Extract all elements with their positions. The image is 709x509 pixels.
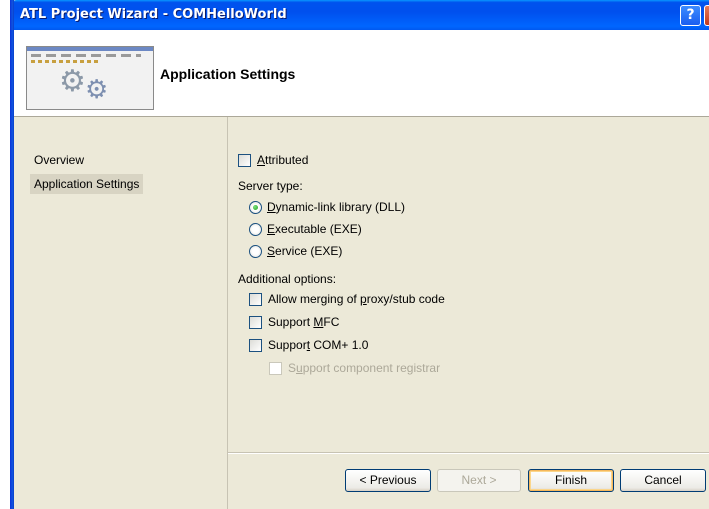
next-button: Next > [437, 469, 521, 492]
radio-service-button[interactable] [249, 244, 262, 258]
title-bar[interactable]: ATL Project Wizard - COMHelloWorld ? ✕ [10, 0, 709, 30]
radio-service[interactable]: Service (EXE) [249, 242, 342, 260]
nav-item-overview[interactable]: Overview [30, 150, 88, 170]
nav-item-application-settings[interactable]: Application Settings [30, 174, 144, 194]
window-title: ATL Project Wizard - COMHelloWorld [20, 7, 287, 22]
wizard-header: ⚙ ⚙ Application Settings [14, 30, 709, 117]
radio-exe[interactable]: Executable (EXE) [249, 220, 362, 238]
gear-icon: ⚙ [85, 75, 109, 105]
support-mfc-option[interactable]: Support MFC [249, 313, 339, 331]
radio-dll[interactable]: Dynamic-link library (DLL) [249, 198, 405, 216]
settings-panel: Attributed Server type: Dynamic-link lib… [228, 117, 709, 452]
gears-icon: ⚙ ⚙ [26, 46, 154, 110]
radio-dll-button[interactable] [249, 200, 262, 214]
component-registrar-option: Support component registrar [269, 359, 440, 377]
help-button[interactable]: ? [680, 5, 701, 26]
cancel-button[interactable]: Cancel [620, 469, 706, 492]
additional-options-label: Additional options: [238, 272, 337, 286]
server-type-label: Server type: [238, 179, 303, 193]
attributed-option[interactable]: Attributed [238, 151, 308, 169]
support-complus-option[interactable]: Support COM+ 1.0 [249, 336, 368, 354]
finish-button[interactable]: Finish [528, 469, 614, 492]
gear-icon: ⚙ [59, 64, 86, 99]
wizard-nav: Overview Application Settings [14, 117, 227, 509]
previous-button[interactable]: < Previous [345, 469, 431, 492]
component-registrar-checkbox [269, 361, 282, 375]
proxy-stub-checkbox[interactable] [249, 292, 262, 306]
proxy-stub-option[interactable]: Allow merging of proxy/stub code [249, 290, 445, 308]
support-mfc-checkbox[interactable] [249, 315, 262, 329]
radio-exe-button[interactable] [249, 222, 262, 236]
help-icon: ? [686, 7, 695, 23]
support-complus-checkbox[interactable] [249, 338, 262, 352]
attributed-checkbox[interactable] [238, 153, 251, 167]
page-title: Application Settings [160, 66, 296, 82]
close-button[interactable]: ✕ [704, 5, 709, 26]
